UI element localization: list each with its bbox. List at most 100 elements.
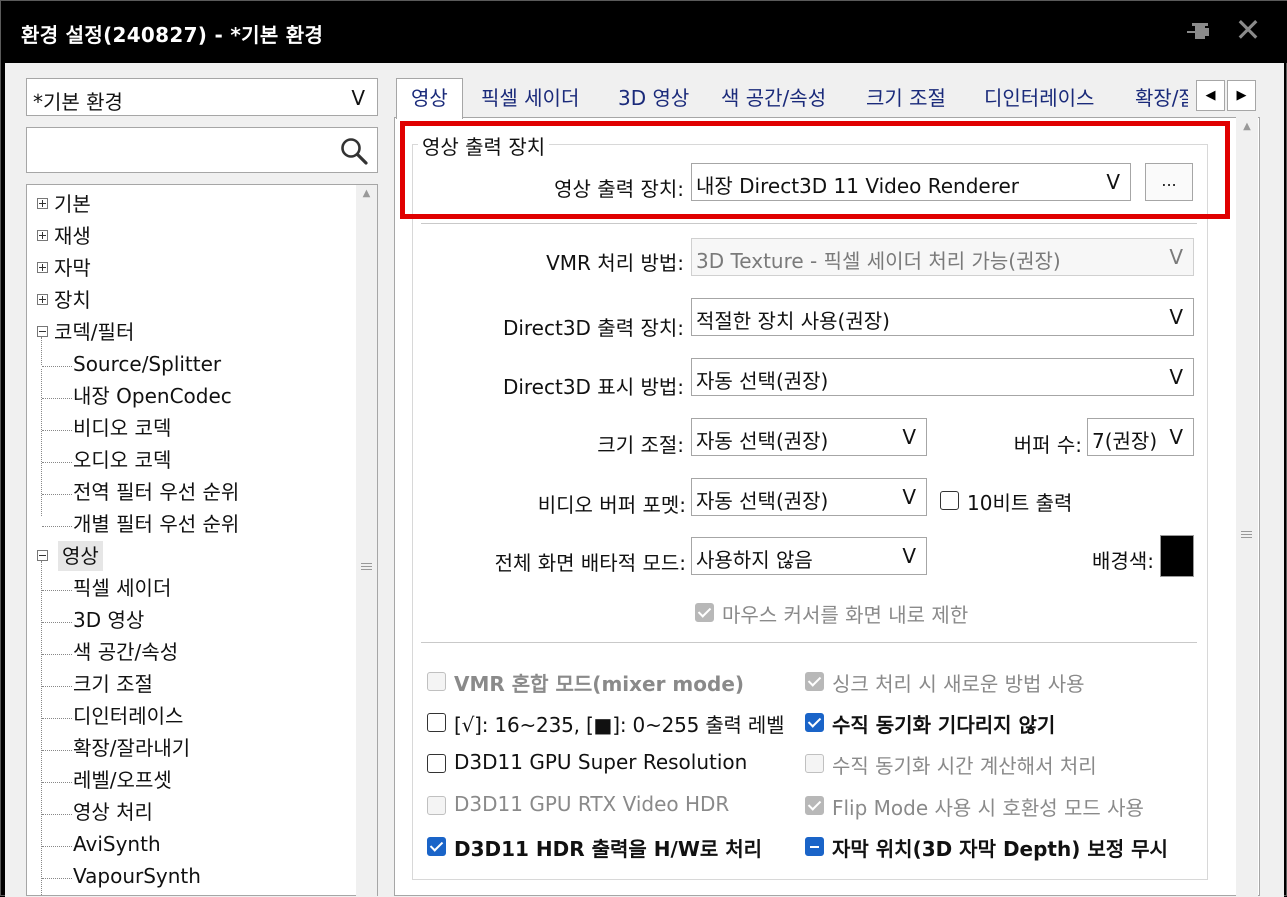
tree-item-resize[interactable]: 크기 조절 bbox=[73, 669, 153, 699]
resize-label: 크기 조절: bbox=[597, 433, 684, 457]
tree-item-pixel-shader[interactable]: 픽셀 세이더 bbox=[73, 573, 171, 603]
tree-item-level-offset[interactable]: 레벨/오프셋 bbox=[73, 765, 172, 795]
output-device-settings-button[interactable]: ... bbox=[1145, 163, 1193, 201]
fullscreen-mode-label: 전체 화면 배타적 모드: bbox=[494, 551, 686, 575]
d3d-display-dropdown[interactable]: 자동 선택(권장) V bbox=[691, 358, 1194, 396]
search-icon[interactable] bbox=[339, 136, 369, 166]
checkbox-box[interactable] bbox=[427, 837, 446, 856]
tree-item-basic[interactable]: 기본 bbox=[37, 189, 91, 219]
scroll-up-icon[interactable]: ▲ bbox=[1236, 121, 1258, 132]
buffer-format-label: 비디오 버퍼 포멧: bbox=[537, 493, 686, 517]
pin-icon[interactable] bbox=[1183, 17, 1217, 47]
tree-item-video[interactable]: 영상 bbox=[37, 541, 103, 571]
divider bbox=[421, 642, 1197, 643]
tab-scroll-right-icon[interactable]: ▶ bbox=[1227, 80, 1256, 111]
expand-plus-icon[interactable] bbox=[37, 230, 48, 241]
expand-plus-icon[interactable] bbox=[37, 262, 48, 273]
checkbox-label: D3D11 GPU RTX Video HDR bbox=[454, 792, 730, 816]
tree-item-label: 영상 처리 bbox=[73, 800, 153, 824]
resize-dropdown[interactable]: 자동 선택(권장) V bbox=[691, 418, 927, 456]
chevron-down-icon: V bbox=[900, 425, 916, 449]
tree-item-label: 코덱/필터 bbox=[54, 320, 135, 344]
close-icon[interactable]: ✕ bbox=[1229, 13, 1267, 49]
profile-dropdown[interactable]: *기본 환경 V bbox=[26, 78, 378, 116]
output-device-dropdown[interactable]: 내장 Direct3D 11 Video Renderer V bbox=[691, 163, 1131, 201]
tab-expand-crop[interactable]: 확장/잘 bbox=[1135, 82, 1188, 118]
chevron-down-icon: V bbox=[1167, 245, 1183, 269]
tree-item-subtitle[interactable]: 자막 bbox=[37, 253, 91, 283]
vmr-method-label: VMR 처리 방법: bbox=[546, 251, 684, 275]
chevron-down-icon: V bbox=[1167, 365, 1183, 389]
tree-item-avisynth[interactable]: AviSynth bbox=[73, 829, 161, 859]
collapse-minus-icon[interactable] bbox=[37, 326, 48, 337]
search-input[interactable] bbox=[26, 127, 378, 173]
dropdown-value: 3D Texture - 픽셀 세이더 처리 가능(권장) bbox=[696, 245, 1061, 274]
tree-item-label: 확장/잘라내기 bbox=[73, 736, 191, 760]
checkbox-label: 10비트 출력 bbox=[967, 491, 1073, 515]
fullscreen-mode-dropdown[interactable]: 사용하지 않음 V bbox=[691, 537, 927, 575]
expand-plus-icon[interactable] bbox=[37, 198, 48, 209]
tab-deinterlace[interactable]: 디인터레이스 bbox=[984, 82, 1094, 118]
bg-color-swatch[interactable] bbox=[1160, 535, 1194, 577]
tree-item-audio-codec[interactable]: 오디오 코덱 bbox=[73, 445, 171, 475]
tree-item-label: 색 공간/속성 bbox=[73, 640, 179, 664]
checkbox-box[interactable] bbox=[427, 796, 446, 815]
tree-item-playback[interactable]: 재생 bbox=[37, 221, 91, 251]
tree-item-source-splitter[interactable]: Source/Splitter bbox=[73, 349, 221, 379]
buffer-count-dropdown[interactable]: 7(권장) V bbox=[1087, 418, 1194, 456]
checkbox-box[interactable] bbox=[805, 837, 824, 856]
checkbox-box[interactable] bbox=[427, 754, 446, 773]
scroll-up-icon[interactable]: ▲ bbox=[356, 188, 377, 199]
tree-item-video-processing[interactable]: 영상 처리 bbox=[73, 797, 153, 827]
tree-item-label: 디인터레이스 bbox=[73, 704, 184, 728]
checkbox-box[interactable] bbox=[805, 754, 824, 773]
tree-item-each-filter-priority[interactable]: 개별 필터 우선 순위 bbox=[73, 509, 239, 539]
checkbox-box[interactable] bbox=[695, 603, 714, 622]
tab-pixel-shader[interactable]: 픽셀 세이더 bbox=[481, 82, 579, 118]
tab-video[interactable]: 영상 bbox=[396, 78, 463, 119]
scroll-thumb-grip[interactable] bbox=[1241, 531, 1252, 538]
settings-tree[interactable]: 기본 재생 자막 장치 코덱/필터 Source/Splitter 내장 Ope… bbox=[26, 184, 378, 896]
tree-scrollbar[interactable]: ▲ bbox=[356, 185, 377, 896]
checkbox-label: 자막 위치(3D 자막 Depth) 보정 무시 bbox=[832, 837, 1168, 861]
tab-color-space[interactable]: 색 공간/속성 bbox=[721, 82, 826, 118]
tree-item-label: 전역 필터 우선 순위 bbox=[73, 480, 240, 504]
checkbox-label: [√]: 16~235, [■]: 0~255 출력 레벨 bbox=[454, 713, 785, 737]
tree-item-label: 개별 필터 우선 순위 bbox=[73, 512, 240, 536]
tree-item-video-codec[interactable]: 비디오 코덱 bbox=[73, 413, 171, 443]
checkbox-box[interactable] bbox=[805, 713, 824, 732]
tab-3d-video[interactable]: 3D 영상 bbox=[618, 82, 689, 118]
tree-item-vapoursynth[interactable]: VapourSynth bbox=[73, 861, 201, 891]
expand-plus-icon[interactable] bbox=[37, 294, 48, 305]
checkbox-label: 수직 동기화 기다리지 않기 bbox=[832, 713, 1056, 737]
tree-item-color-space[interactable]: 색 공간/속성 bbox=[73, 637, 178, 667]
tree-item-deinterlace[interactable]: 디인터레이스 bbox=[73, 701, 183, 731]
tree-item-global-filter-priority[interactable]: 전역 필터 우선 순위 bbox=[73, 477, 239, 507]
dropdown-value: 내장 Direct3D 11 Video Renderer bbox=[696, 174, 1020, 198]
tab-scroll-left-icon[interactable]: ◀ bbox=[1196, 80, 1225, 111]
tree-item-label: 크기 조절 bbox=[73, 672, 153, 696]
dropdown-value: 사용하지 않음 bbox=[696, 548, 813, 572]
d3d-device-dropdown[interactable]: 적절한 장치 사용(권장) V bbox=[691, 298, 1194, 336]
tree-item-opencodec[interactable]: 내장 OpenCodec bbox=[73, 381, 232, 411]
tree-item-label: 레벨/오프셋 bbox=[73, 768, 172, 792]
chevron-down-icon: V bbox=[1104, 170, 1120, 194]
tree-item-expand-crop[interactable]: 확장/잘라내기 bbox=[73, 733, 190, 763]
checkbox-box[interactable] bbox=[427, 713, 446, 732]
scroll-thumb-grip[interactable] bbox=[361, 563, 372, 570]
checkbox-box[interactable] bbox=[940, 491, 959, 510]
tab-resize[interactable]: 크기 조절 bbox=[866, 82, 946, 118]
vmr-method-dropdown[interactable]: 3D Texture - 픽셀 세이더 처리 가능(권장) V bbox=[691, 238, 1194, 276]
checkbox-box[interactable] bbox=[427, 672, 446, 691]
checkbox-box[interactable] bbox=[805, 672, 824, 691]
checkbox-box[interactable] bbox=[805, 796, 824, 815]
tree-item-codec-filter[interactable]: 코덱/필터 bbox=[37, 317, 134, 347]
output-device-label: 영상 출력 장치: bbox=[554, 177, 684, 201]
collapse-minus-icon[interactable] bbox=[37, 550, 48, 561]
tree-item-device[interactable]: 장치 bbox=[37, 285, 91, 315]
page-scrollbar[interactable]: ▲ bbox=[1236, 117, 1258, 896]
checkbox-label: Flip Mode 사용 시 호환성 모드 사용 bbox=[832, 796, 1144, 820]
tree-item-3d-video[interactable]: 3D 영상 bbox=[73, 605, 144, 635]
title-bar[interactable]: 환경 설정(240827) - *기본 환경 ✕ bbox=[1, 1, 1287, 63]
buffer-format-dropdown[interactable]: 자동 선택(권장) V bbox=[691, 478, 927, 516]
